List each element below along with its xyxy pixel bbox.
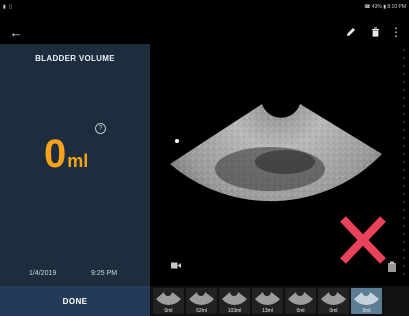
scan-date: 1/4/2019 <box>29 270 57 277</box>
scan-time: 9:25 PM <box>91 270 118 277</box>
thumbnail-label: 0ml <box>164 308 173 314</box>
more-vert-icon[interactable]: ⋮ <box>388 24 404 40</box>
scan-thumbnail[interactable]: 0ml <box>318 288 349 314</box>
thumbnail-label: 103ml <box>227 308 242 314</box>
scan-thumbnail[interactable]: 52ml <box>186 288 217 314</box>
thumbnail-label: 0ml <box>362 308 371 314</box>
back-arrow-icon[interactable]: ← <box>8 24 24 40</box>
scan-thumbnail[interactable]: 0ml <box>285 288 316 314</box>
trash-icon[interactable] <box>367 24 383 40</box>
help-icon[interactable]: ? <box>95 123 106 134</box>
pencil-icon[interactable] <box>343 24 359 40</box>
scan-thumbnail[interactable]: 0ml <box>153 288 184 314</box>
scan-thumbnail-selected[interactable]: 0ml <box>351 288 382 314</box>
volume-unit: ml <box>67 151 89 171</box>
ultrasound-viewer[interactable] <box>150 44 409 286</box>
status-left: ▮ ▯ <box>3 4 13 10</box>
thumbnail-label: 0ml <box>329 308 338 314</box>
scan-thumbnail[interactable]: 103ml <box>219 288 250 314</box>
app-bar: ← ⋮ <box>0 22 409 44</box>
volume-value: 0 <box>44 132 67 176</box>
camera-icon[interactable] <box>171 256 181 274</box>
delete-scan-icon[interactable] <box>338 214 388 271</box>
done-button[interactable]: DONE <box>0 286 150 316</box>
panel-title: BLADDER VOLUME <box>35 54 115 63</box>
scan-thumbnail[interactable]: 13ml <box>252 288 283 314</box>
scan-thumbnail-strip: 0ml 52ml 103ml 13ml 0ml 0ml 0ml <box>150 286 409 316</box>
orientation-marker <box>175 139 179 143</box>
thumbnail-label: 13ml <box>262 308 273 314</box>
status-bar: ▮ ▯ ☎ 43% ▮ 8:10 PM <box>0 0 409 22</box>
thumbnail-label: 52ml <box>196 308 207 314</box>
results-panel: BLADDER VOLUME ? 0ml 1/4/2019 9:25 PM <box>0 44 150 286</box>
volume-readout: 0ml <box>44 132 88 177</box>
status-right: ☎ 43% ▮ 8:10 PM <box>364 4 406 10</box>
save-scan-icon[interactable] <box>386 260 398 278</box>
thumbnail-label: 0ml <box>296 308 305 314</box>
depth-scale <box>403 49 405 279</box>
